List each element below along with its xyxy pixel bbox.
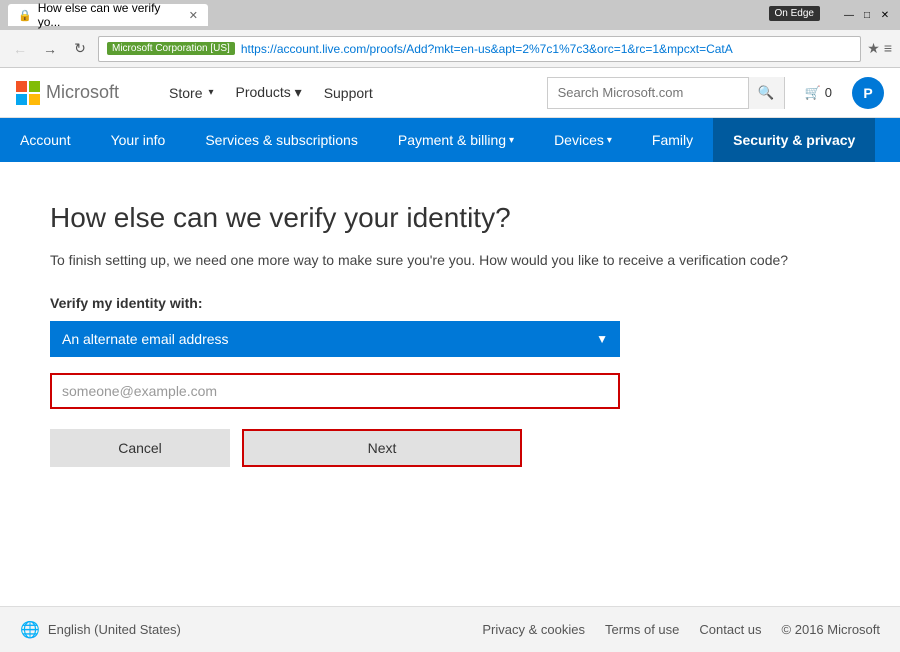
nav-services-subscriptions[interactable]: Services & subscriptions: [185, 118, 378, 162]
user-avatar[interactable]: P: [852, 77, 884, 109]
search-button[interactable]: 🔍: [748, 77, 784, 109]
account-nav: Account Your info Services & subscriptio…: [0, 118, 900, 162]
footer-language: 🌐 English (United States): [20, 620, 181, 640]
page-title: How else can we verify your identity?: [50, 202, 850, 234]
verify-label: Verify my identity with:: [50, 295, 850, 311]
next-button[interactable]: Next: [242, 429, 522, 467]
devices-chevron: ▾: [607, 135, 612, 146]
nav-support[interactable]: Support: [314, 80, 383, 105]
nav-your-info[interactable]: Your info: [91, 118, 186, 162]
ms-logo-icon: [16, 81, 40, 105]
top-nav: Microsoft Store ▾ Products ▾ Support 🔍 🛒…: [0, 68, 900, 118]
url-bar[interactable]: Microsoft Corporation [US] https://accou…: [98, 36, 861, 62]
menu-icon[interactable]: ≡: [884, 40, 892, 57]
ms-logo-text: Microsoft: [46, 82, 119, 103]
nav-account[interactable]: Account: [0, 118, 91, 162]
url-text: https://account.live.com/proofs/Add?mkt=…: [241, 42, 733, 56]
favorite-icon[interactable]: ★: [867, 40, 880, 57]
back-button[interactable]: ←: [8, 37, 32, 61]
footer-links: Privacy & cookies Terms of use Contact u…: [482, 622, 880, 637]
tab-close-button[interactable]: ✕: [189, 9, 198, 22]
terms-of-use-link[interactable]: Terms of use: [605, 622, 679, 637]
cart-icon[interactable]: 🛒0: [805, 85, 832, 101]
email-input[interactable]: [50, 373, 620, 409]
nav-products[interactable]: Products ▾: [226, 80, 312, 105]
contact-us-link[interactable]: Contact us: [699, 622, 761, 637]
dropdown-selected-value: An alternate email address: [62, 331, 229, 347]
address-bar: ← → ↻ Microsoft Corporation [US] https:/…: [0, 30, 900, 68]
cancel-button[interactable]: Cancel: [50, 429, 230, 467]
page-description: To finish setting up, we need one more w…: [50, 250, 850, 271]
payment-chevron: ▾: [509, 135, 514, 146]
minimize-button[interactable]: —: [842, 8, 856, 22]
copyright: © 2016 Microsoft: [782, 622, 880, 637]
search-input[interactable]: [548, 78, 748, 108]
main-content: How else can we verify your identity? To…: [0, 162, 900, 507]
close-button[interactable]: ✕: [878, 8, 892, 22]
globe-icon: 🌐: [20, 620, 40, 640]
cart-count: 0: [825, 85, 832, 100]
email-input-wrap: [50, 373, 850, 409]
button-row: Cancel Next: [50, 429, 850, 467]
identity-method-dropdown-wrap: An alternate email address ▼: [50, 321, 850, 357]
language-label: English (United States): [48, 622, 181, 637]
window-controls: — □ ✕: [842, 8, 892, 22]
ssl-badge: Microsoft Corporation [US]: [107, 42, 235, 55]
identity-method-dropdown[interactable]: An alternate email address ▼: [50, 321, 620, 357]
microsoft-logo[interactable]: Microsoft: [16, 81, 119, 105]
refresh-button[interactable]: ↻: [68, 37, 92, 61]
store-chevron: ▾: [208, 87, 213, 98]
nav-family[interactable]: Family: [632, 118, 713, 162]
search-box: 🔍: [547, 77, 785, 109]
nav-store[interactable]: Store ▾: [159, 80, 224, 105]
nav-payment-billing[interactable]: Payment & billing ▾: [378, 118, 534, 162]
forward-button[interactable]: →: [38, 37, 62, 61]
privacy-cookies-link[interactable]: Privacy & cookies: [482, 622, 585, 637]
maximize-button[interactable]: □: [860, 8, 874, 22]
nav-security-privacy[interactable]: Security & privacy: [713, 118, 875, 162]
footer: 🌐 English (United States) Privacy & cook…: [0, 606, 900, 652]
top-nav-links: Store ▾ Products ▾ Support: [159, 80, 383, 105]
dropdown-arrow-icon: ▼: [596, 332, 608, 346]
tab-title: How else can we verify yo...: [38, 1, 183, 29]
on-edge-badge: On Edge: [769, 6, 820, 21]
window-chrome: 🔒 How else can we verify yo... ✕ On Edge…: [0, 0, 900, 30]
browser-tab[interactable]: 🔒 How else can we verify yo... ✕: [8, 4, 208, 26]
nav-devices[interactable]: Devices ▾: [534, 118, 632, 162]
address-bar-icons: ★ ≡: [867, 40, 892, 57]
